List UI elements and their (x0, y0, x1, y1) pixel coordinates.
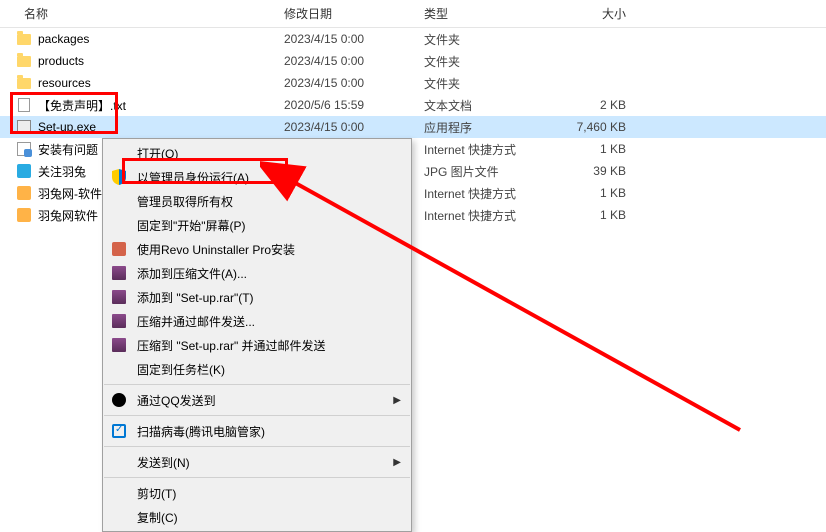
menu-item-label: 压缩并通过邮件发送... (137, 313, 401, 330)
menu-item-label: 以管理员身份运行(A) (137, 169, 401, 186)
revo-icon (109, 239, 129, 259)
menu-item-label: 压缩到 "Set-up.rar" 并通过邮件发送 (137, 337, 401, 354)
file-type: 文本文档 (416, 97, 546, 114)
menu-item-label: 扫描病毒(腾讯电脑管家) (137, 423, 401, 440)
rar-icon (109, 335, 129, 355)
qq-icon (109, 390, 129, 410)
column-type[interactable]: 类型 (416, 1, 546, 26)
rar-icon (109, 287, 129, 307)
submenu-arrow-icon: ▶ (393, 457, 401, 468)
txt-icon (16, 97, 32, 113)
file-row[interactable]: 【免责声明】.txt2020/5/6 15:59文本文档2 KB (0, 94, 826, 116)
submenu-arrow-icon: ▶ (393, 395, 401, 406)
file-date: 2023/4/15 0:00 (276, 54, 416, 68)
menu-item-label: 添加到 "Set-up.rar"(T) (137, 289, 401, 306)
scan-icon (109, 421, 129, 441)
menu-item[interactable]: 固定到"开始"屏幕(P) (103, 213, 411, 237)
rar-icon (109, 263, 129, 283)
column-header-row: 名称 修改日期 类型 大小 (0, 0, 826, 28)
menu-item[interactable]: 固定到任务栏(K) (103, 357, 411, 381)
file-size: 2 KB (546, 98, 646, 112)
blank-icon (109, 359, 129, 379)
file-type: 文件夹 (416, 31, 546, 48)
menu-separator (104, 415, 410, 416)
file-size: 1 KB (546, 142, 646, 156)
file-name: Set-up.exe (38, 120, 276, 134)
file-type: JPG 图片文件 (416, 163, 546, 180)
blank-icon (109, 507, 129, 527)
file-name: packages (38, 32, 276, 46)
column-date[interactable]: 修改日期 (276, 1, 416, 26)
file-date: 2023/4/15 0:00 (276, 120, 416, 134)
file-date: 2020/5/6 15:59 (276, 98, 416, 112)
menu-item-label: 固定到"开始"屏幕(P) (137, 217, 401, 234)
file-name: products (38, 54, 276, 68)
blank-icon (109, 483, 129, 503)
menu-item[interactable]: 压缩并通过邮件发送... (103, 309, 411, 333)
menu-item-label: 添加到压缩文件(A)... (137, 265, 401, 282)
file-row[interactable]: products2023/4/15 0:00文件夹 (0, 50, 826, 72)
column-size[interactable]: 大小 (546, 1, 646, 26)
menu-item[interactable]: 打开(O) (103, 141, 411, 165)
file-row[interactable]: Set-up.exe2023/4/15 0:00应用程序7,460 KB (0, 116, 826, 138)
shield-icon (109, 167, 129, 187)
menu-item-label: 使用Revo Uninstaller Pro安装 (137, 241, 401, 258)
menu-item-label: 打开(O) (137, 145, 401, 162)
exe-icon (16, 119, 32, 135)
menu-item-label: 复制(C) (137, 509, 401, 526)
blank-icon (109, 452, 129, 472)
file-size: 7,460 KB (546, 120, 646, 134)
menu-item-label: 发送到(N) (137, 454, 393, 471)
menu-item-label: 管理员取得所有权 (137, 193, 401, 210)
menu-separator (104, 477, 410, 478)
menu-item[interactable]: 扫描病毒(腾讯电脑管家) (103, 419, 411, 443)
file-row[interactable]: packages2023/4/15 0:00文件夹 (0, 28, 826, 50)
file-type: Internet 快捷方式 (416, 207, 546, 224)
menu-item[interactable]: 剪切(T) (103, 481, 411, 505)
menu-item[interactable]: 管理员取得所有权 (103, 189, 411, 213)
menu-item[interactable]: 压缩到 "Set-up.rar" 并通过邮件发送 (103, 333, 411, 357)
menu-separator (104, 446, 410, 447)
menu-separator (104, 384, 410, 385)
menu-item-label: 固定到任务栏(K) (137, 361, 401, 378)
file-row[interactable]: resources2023/4/15 0:00文件夹 (0, 72, 826, 94)
blank-icon (109, 143, 129, 163)
menu-item[interactable]: 添加到 "Set-up.rar"(T) (103, 285, 411, 309)
url2-icon (16, 185, 32, 201)
file-type: 文件夹 (416, 53, 546, 70)
file-date: 2023/4/15 0:00 (276, 32, 416, 46)
file-size: 39 KB (546, 164, 646, 178)
url2-icon (16, 207, 32, 223)
menu-item[interactable]: 以管理员身份运行(A) (103, 165, 411, 189)
menu-item[interactable]: 使用Revo Uninstaller Pro安装 (103, 237, 411, 261)
menu-item[interactable]: 发送到(N)▶ (103, 450, 411, 474)
menu-item[interactable]: 通过QQ发送到▶ (103, 388, 411, 412)
file-type: Internet 快捷方式 (416, 141, 546, 158)
folder-icon (16, 31, 32, 47)
file-type: 应用程序 (416, 119, 546, 136)
context-menu: 打开(O) 以管理员身份运行(A) 管理员取得所有权固定到"开始"屏幕(P) 使用Re… (102, 138, 412, 532)
menu-item[interactable]: 添加到压缩文件(A)... (103, 261, 411, 285)
blank-icon (109, 215, 129, 235)
folder-icon (16, 75, 32, 91)
url-icon (16, 141, 32, 157)
file-date: 2023/4/15 0:00 (276, 76, 416, 90)
blank-icon (109, 191, 129, 211)
menu-item-label: 剪切(T) (137, 485, 401, 502)
rar-icon (109, 311, 129, 331)
column-name[interactable]: 名称 (16, 1, 276, 26)
menu-item-label: 通过QQ发送到 (137, 392, 393, 409)
file-type: Internet 快捷方式 (416, 185, 546, 202)
file-type: 文件夹 (416, 75, 546, 92)
jpg-icon (16, 163, 32, 179)
file-name: resources (38, 76, 276, 90)
file-size: 1 KB (546, 208, 646, 222)
file-size: 1 KB (546, 186, 646, 200)
menu-item[interactable]: 复制(C) (103, 505, 411, 529)
file-name: 【免责声明】.txt (38, 97, 276, 114)
folder-icon (16, 53, 32, 69)
